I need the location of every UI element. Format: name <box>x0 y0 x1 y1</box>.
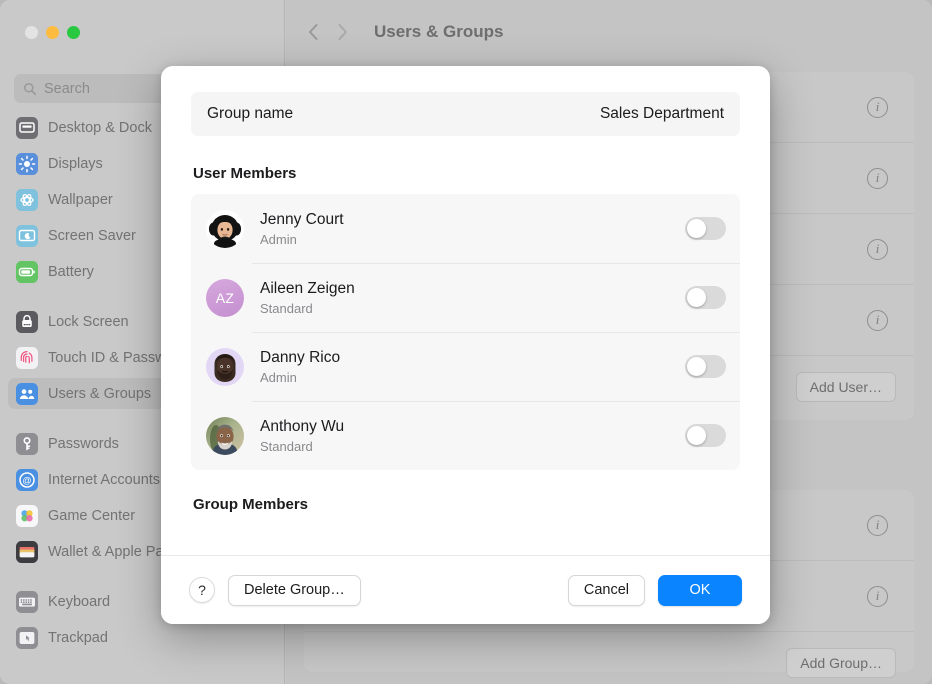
lock-screen-icon <box>16 311 38 333</box>
cancel-button[interactable]: Cancel <box>568 575 645 606</box>
toggle-knob <box>687 357 706 376</box>
users-groups-icon <box>16 383 38 405</box>
sidebar-item-label: Lock Screen <box>48 314 129 330</box>
member-toggle[interactable] <box>685 286 726 309</box>
sidebar-item-label: Users & Groups <box>48 386 151 402</box>
member-row[interactable]: Danny Rico Admin <box>191 332 740 401</box>
member-toggle[interactable] <box>685 424 726 447</box>
toggle-knob <box>687 288 706 307</box>
sidebar-item-label: Game Center <box>48 508 135 524</box>
sidebar-item-label: Displays <box>48 156 103 172</box>
sidebar-item-label: Screen Saver <box>48 228 136 244</box>
ok-button[interactable]: OK <box>658 575 742 606</box>
info-icon[interactable]: i <box>867 239 888 260</box>
member-name: Anthony Wu <box>260 417 685 436</box>
info-icon[interactable]: i <box>867 586 888 607</box>
member-name: Jenny Court <box>260 210 685 229</box>
desktop-dock-icon <box>16 117 38 139</box>
game-center-icon <box>16 505 38 527</box>
add-group-button[interactable]: Add Group… <box>786 648 896 678</box>
sidebar-item-label: Keyboard <box>48 594 110 610</box>
internet-accounts-icon: @ <box>16 469 38 491</box>
sidebar-item-trackpad[interactable]: Trackpad <box>8 622 278 653</box>
search-placeholder: Search <box>44 81 90 97</box>
displays-icon <box>16 153 38 175</box>
avatar <box>206 210 244 248</box>
passwords-icon <box>16 433 38 455</box>
avatar-image <box>206 417 244 455</box>
toggle-knob <box>687 219 706 238</box>
touch-id-icon <box>16 347 38 369</box>
search-icon <box>23 82 37 96</box>
info-icon[interactable]: i <box>867 310 888 331</box>
maximize-window-button[interactable] <box>67 26 80 39</box>
avatar-initials: AZ <box>206 279 244 317</box>
close-window-button[interactable] <box>25 26 38 39</box>
user-members-list: Jenny Court Admin AZ Aileen Zeigen Standard D… <box>191 194 740 470</box>
member-name: Danny Rico <box>260 348 685 367</box>
group-name-field[interactable]: Group name Sales Department <box>191 92 740 136</box>
page-title: Users & Groups <box>374 22 503 42</box>
delete-group-button[interactable]: Delete Group… <box>228 575 361 606</box>
user-members-heading: User Members <box>193 165 740 182</box>
sidebar-item-label: Internet Accounts <box>48 472 160 488</box>
avatar-image <box>206 348 244 386</box>
wallet-icon <box>16 541 38 563</box>
navigation-bar: Users & Groups <box>286 0 932 64</box>
system-settings-window: Search Desktop & Dock Displays Wallpaper Sc… <box>0 0 932 684</box>
member-toggle[interactable] <box>685 217 726 240</box>
edit-group-dialog: Group name Sales Department User Members… <box>161 66 770 624</box>
info-icon[interactable]: i <box>867 97 888 118</box>
member-role: Admin <box>260 232 685 247</box>
member-text: Aileen Zeigen Standard <box>260 279 685 315</box>
minimize-window-button[interactable] <box>46 26 59 39</box>
sidebar-item-label: Passwords <box>48 436 119 452</box>
trackpad-icon <box>16 627 38 649</box>
battery-icon <box>16 261 38 283</box>
member-row[interactable]: Jenny Court Admin <box>191 194 740 263</box>
group-name-value[interactable]: Sales Department <box>600 105 724 123</box>
toggle-knob <box>687 426 706 445</box>
group-members-heading: Group Members <box>193 496 740 513</box>
screen-saver-icon <box>16 225 38 247</box>
chevron-left-icon[interactable] <box>308 23 319 41</box>
chevron-right-icon[interactable] <box>337 23 348 41</box>
avatar <box>206 348 244 386</box>
member-role: Standard <box>260 301 685 316</box>
keyboard-icon <box>16 591 38 613</box>
dialog-body: Group name Sales Department User Members… <box>161 66 770 555</box>
sidebar-item-label: Desktop & Dock <box>48 120 152 136</box>
svg-text:@: @ <box>22 475 31 485</box>
add-user-button[interactable]: Add User… <box>796 372 896 402</box>
member-toggle[interactable] <box>685 355 726 378</box>
member-name: Aileen Zeigen <box>260 279 685 298</box>
group-name-label: Group name <box>207 105 293 123</box>
member-role: Admin <box>260 370 685 385</box>
sidebar-item-label: Battery <box>48 264 94 280</box>
add-group-row: Add Group… <box>304 632 914 684</box>
avatar-image <box>206 210 244 248</box>
sidebar-item-label: Wallpaper <box>48 192 113 208</box>
info-icon[interactable]: i <box>867 515 888 536</box>
avatar: AZ <box>206 279 244 317</box>
wallpaper-icon <box>16 189 38 211</box>
sidebar-item-label: Wallet & Apple Pay <box>48 544 171 560</box>
member-text: Danny Rico Admin <box>260 348 685 384</box>
member-row[interactable]: Anthony Wu Standard <box>191 401 740 470</box>
sidebar-item-label: Trackpad <box>48 630 108 646</box>
dialog-footer: ? Delete Group… Cancel OK <box>161 555 770 624</box>
member-text: Jenny Court Admin <box>260 210 685 246</box>
member-role: Standard <box>260 439 685 454</box>
member-row[interactable]: AZ Aileen Zeigen Standard <box>191 263 740 332</box>
help-button[interactable]: ? <box>189 577 215 603</box>
info-icon[interactable]: i <box>867 168 888 189</box>
avatar <box>206 417 244 455</box>
traffic-lights <box>25 26 80 39</box>
member-text: Anthony Wu Standard <box>260 417 685 453</box>
